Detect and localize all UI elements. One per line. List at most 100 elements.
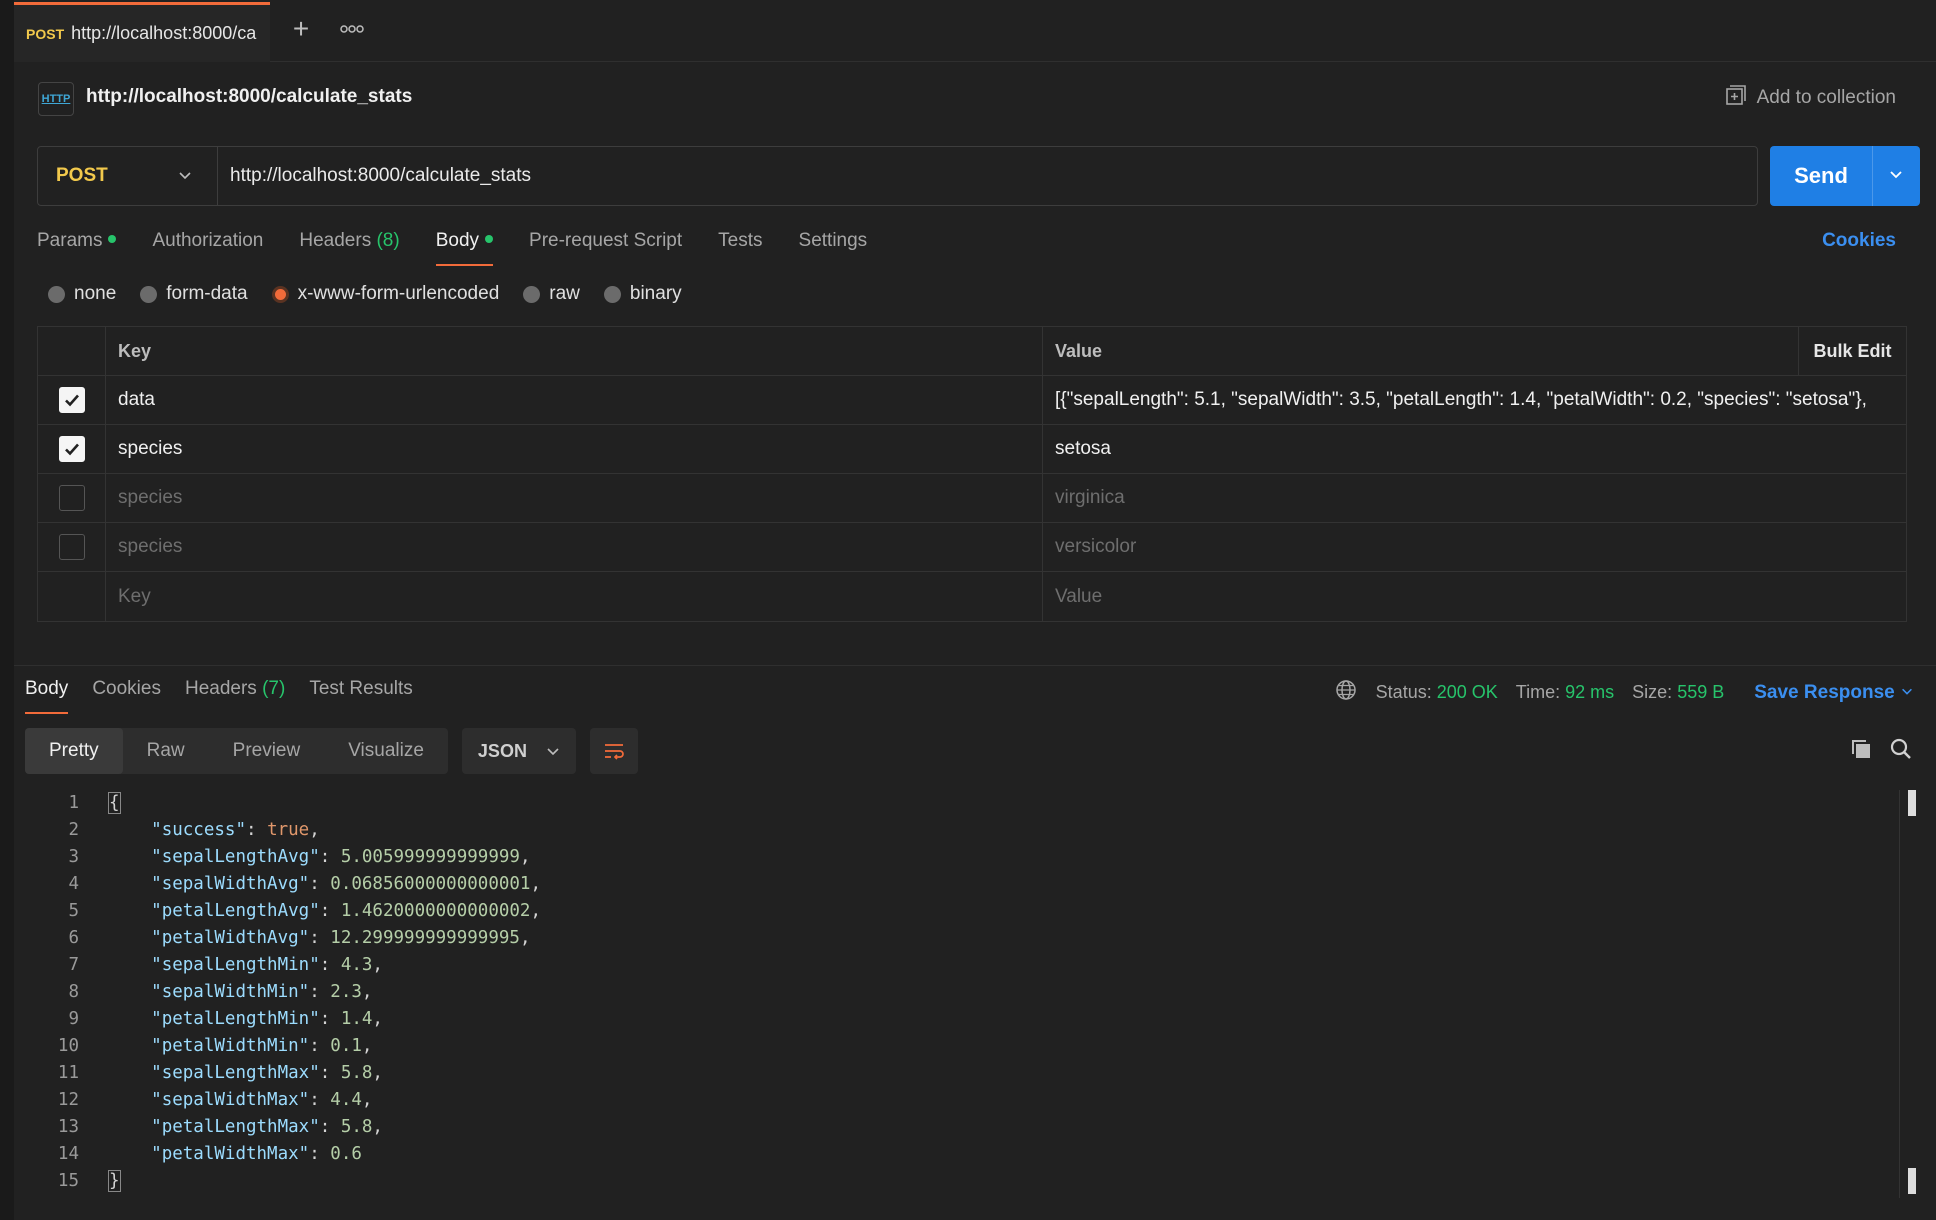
request-name[interactable]: http://localhost:8000/calculate_stats	[86, 86, 412, 108]
response-code-viewer[interactable]: 1{2 "success": true, 3 "sepalLengthAvg": …	[25, 790, 1905, 1210]
response-status: Status: 200 OK Time: 92 ms Size: 559 B S…	[1334, 678, 1914, 707]
copy-icon[interactable]	[1848, 736, 1874, 768]
tab-params[interactable]: Params	[37, 228, 117, 268]
view-raw[interactable]: Raw	[123, 728, 209, 774]
line-content: "petalLengthAvg": 1.4620000000000002,	[151, 901, 542, 921]
json-value: true	[267, 820, 310, 840]
json-key: "petalLengthAvg"	[151, 901, 320, 921]
radio-binary[interactable]: binary	[603, 283, 682, 305]
more-options-icon[interactable]	[340, 16, 370, 42]
add-to-collection-button[interactable]: Add to collection	[1725, 84, 1896, 112]
json-value: 5.8	[340, 1117, 373, 1137]
line-number: 1	[68, 793, 79, 813]
send-button[interactable]: Send	[1770, 146, 1920, 206]
json-value: 4.4	[330, 1090, 362, 1110]
table-header-row: Key Value Bulk Edit	[38, 327, 1906, 376]
row-checkbox[interactable]	[58, 436, 85, 462]
line-number: 15	[57, 1171, 79, 1191]
radio-none[interactable]: none	[48, 283, 116, 305]
cookies-link[interactable]: Cookies	[1822, 230, 1896, 252]
url-input[interactable]	[230, 147, 1730, 205]
method-value: POST	[56, 165, 108, 186]
key-column-header: Key	[106, 327, 1043, 375]
tab-title: http://localhost:8000/ca	[71, 23, 257, 43]
response-view-bar: Pretty Raw Preview Visualize JSON	[25, 728, 638, 774]
key-cell[interactable]: species	[106, 523, 1043, 571]
new-value-input[interactable]: Value	[1043, 572, 1906, 621]
add-to-collection-label: Add to collection	[1756, 87, 1896, 108]
json-value: 5.8	[340, 1063, 373, 1083]
row-checkbox[interactable]	[58, 485, 85, 511]
radio-form-data[interactable]: form-data	[140, 283, 248, 305]
response-tab-body[interactable]: Body	[25, 678, 69, 714]
new-key-input[interactable]: Key	[106, 572, 1043, 621]
globe-icon[interactable]	[1334, 678, 1358, 707]
request-tabs: Params Authorization Headers (8) Body Pr…	[37, 228, 867, 268]
scrollbar-thumb-bottom[interactable]	[1908, 1168, 1916, 1194]
response-tab-cookies[interactable]: Cookies	[92, 678, 161, 714]
request-tab[interactable]: POST http://localhost:8000/ca	[14, 2, 270, 62]
body-type-radios: none form-data x-www-form-urlencoded raw…	[48, 283, 682, 305]
bulk-edit-button[interactable]: Bulk Edit	[1798, 327, 1906, 375]
scrollbar-track[interactable]	[1899, 790, 1900, 1198]
json-value: 0.6	[330, 1144, 362, 1164]
json-key: "sepalLengthMax"	[151, 1063, 320, 1083]
line-number: 7	[68, 955, 79, 975]
radio-circle	[523, 285, 541, 303]
line-number: 14	[57, 1144, 79, 1164]
check-icon	[64, 443, 79, 456]
line-content: "petalWidthAvg": 12.299999999999995,	[151, 928, 531, 948]
method-select[interactable]: POST	[38, 147, 218, 205]
value-cell[interactable]: virginica	[1043, 474, 1906, 522]
row-checkbox[interactable]	[58, 387, 85, 413]
key-cell[interactable]: species	[106, 474, 1043, 522]
radio-x-www-form-urlencoded[interactable]: x-www-form-urlencoded	[271, 283, 499, 305]
value-column-header: Value	[1055, 340, 1103, 361]
value-cell[interactable]: [{"sepalLength": 5.1, "sepalWidth": 3.5,…	[1043, 376, 1906, 424]
json-value: 1.4	[340, 1009, 373, 1029]
response-tab-test-results[interactable]: Test Results	[309, 678, 412, 714]
response-tab-headers[interactable]: Headers (7)	[185, 678, 285, 714]
search-icon[interactable]	[1888, 736, 1914, 768]
key-cell[interactable]: species	[106, 425, 1043, 473]
http-icon: HTTP	[38, 82, 74, 116]
value-cell[interactable]: setosa	[1043, 425, 1906, 473]
view-visualize[interactable]: Visualize	[324, 728, 448, 774]
radio-raw[interactable]: raw	[523, 283, 580, 305]
tab-tests[interactable]: Tests	[718, 228, 762, 268]
tab-pre-request-script[interactable]: Pre-request Script	[529, 228, 682, 268]
tab-headers[interactable]: Headers (8)	[299, 228, 399, 268]
line-number: 4	[68, 874, 79, 894]
table-row: data [{"sepalLength": 5.1, "sepalWidth":…	[38, 376, 1906, 425]
view-pretty[interactable]: Pretty	[25, 728, 123, 774]
json-key: "petalWidthMax"	[151, 1144, 310, 1164]
row-checkbox[interactable]	[58, 534, 85, 560]
json-brace: {	[108, 792, 121, 814]
tab-authorization[interactable]: Authorization	[152, 228, 263, 268]
value-cell[interactable]: versicolor	[1043, 523, 1906, 571]
scrollbar-thumb-top[interactable]	[1908, 790, 1916, 816]
save-response-button[interactable]: Save Response	[1754, 682, 1914, 704]
line-content: "petalLengthMin": 1.4,	[151, 1009, 383, 1029]
json-key: "sepalWidthAvg"	[151, 874, 310, 894]
code-line: 14 "petalWidthMax": 0.6	[25, 1141, 1905, 1168]
new-tab-plus-icon[interactable]: +	[288, 15, 314, 43]
line-number: 13	[57, 1117, 79, 1137]
tab-bar: POST http://localhost:8000/ca +	[0, 0, 1936, 1220]
json-key: "sepalLengthMin"	[151, 955, 320, 975]
wrap-lines-button[interactable]	[589, 728, 638, 774]
json-key: "petalWidthAvg"	[151, 928, 310, 948]
line-content: }	[79, 1168, 121, 1195]
json-value: 0.06856000000000001	[330, 874, 531, 894]
line-content: "petalWidthMax": 0.6	[151, 1144, 362, 1164]
send-options-chevron-icon[interactable]	[1873, 166, 1919, 187]
view-preview[interactable]: Preview	[209, 728, 325, 774]
format-select[interactable]: JSON	[461, 728, 576, 774]
json-value: 2.3	[330, 982, 362, 1002]
radio-circle	[140, 285, 158, 303]
key-cell[interactable]: data	[106, 376, 1043, 424]
chevron-down-icon	[547, 748, 559, 756]
tab-body[interactable]: Body	[435, 228, 494, 268]
tab-settings[interactable]: Settings	[799, 228, 868, 268]
code-line: 11 "sepalLengthMax": 5.8,	[25, 1060, 1905, 1087]
